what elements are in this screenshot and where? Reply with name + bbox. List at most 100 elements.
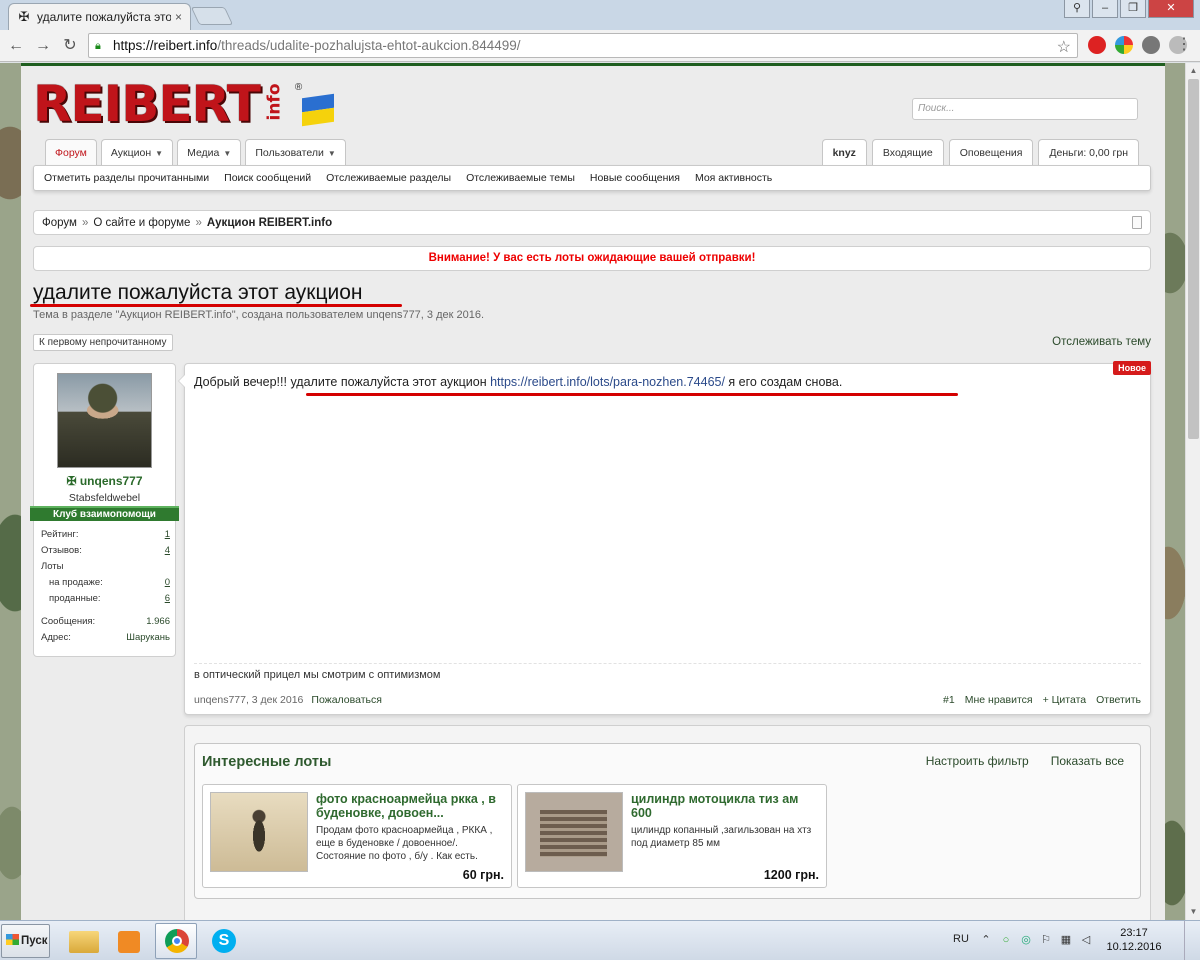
- tab-auction[interactable]: Аукцион ▼: [100, 139, 174, 165]
- reload-icon[interactable]: ↻: [60, 36, 80, 56]
- tab-inbox[interactable]: Входящие: [871, 139, 944, 165]
- filter-link[interactable]: Настроить фильтр: [926, 754, 1029, 768]
- breadcrumb-item[interactable]: О сайте и форуме: [93, 217, 190, 229]
- flag-icon[interactable]: ⚐: [1039, 933, 1053, 947]
- stat-value[interactable]: 1: [165, 529, 170, 545]
- browser-tab[interactable]: ✠ удалите пожалуйста этот ×: [8, 3, 191, 30]
- page-viewport: REIBERT info ® Поиск... Форум Аукцион ▼ М…: [0, 63, 1185, 920]
- tab-money[interactable]: Деньги: 0,00 грн: [1038, 139, 1139, 165]
- skype-icon[interactable]: S: [202, 923, 244, 959]
- reply-button[interactable]: Ответить: [1096, 694, 1141, 706]
- clock[interactable]: 23:17 10.12.2016: [1103, 926, 1165, 954]
- subnav-search-posts[interactable]: Поиск сообщений: [224, 172, 311, 184]
- maximize-button[interactable]: ❐: [1120, 0, 1146, 18]
- subnav-my-activity[interactable]: Моя активность: [695, 172, 772, 184]
- lot-name[interactable]: фото красноармейца ркка , в буденовке, д…: [316, 792, 506, 820]
- lot-card[interactable]: фото красноармейца ркка , в буденовке, д…: [202, 784, 512, 888]
- new-badge: Новое: [1113, 361, 1151, 375]
- post-author-name[interactable]: ✠ unqens777: [34, 474, 175, 488]
- warning-notice[interactable]: Внимание! У вас есть лоты ожидающие ваше…: [33, 246, 1151, 271]
- tab-media[interactable]: Медиа ▼: [177, 139, 242, 165]
- page-scrollbar[interactable]: ▲ ▼: [1185, 63, 1200, 920]
- subnav-watched-forums[interactable]: Отслеживаемые разделы: [326, 172, 451, 184]
- breadcrumb-current[interactable]: Аукцион REIBERT.info: [207, 217, 332, 229]
- show-desktop-button[interactable]: [1184, 921, 1200, 960]
- expand-tray-icon[interactable]: ⌃: [979, 933, 993, 947]
- breadcrumb-item[interactable]: Форум: [42, 217, 77, 229]
- user-info-panel: ✠ unqens777 Stabsfeldwebel Клуб взаимопо…: [30, 363, 179, 657]
- explorer-icon[interactable]: [62, 923, 104, 959]
- quote-button[interactable]: + Цитата: [1043, 694, 1087, 706]
- network-icon[interactable]: ▦: [1059, 933, 1073, 947]
- gray-extension-icon[interactable]: [1142, 36, 1160, 54]
- stat-label: Рейтинг:: [41, 529, 79, 540]
- green-circle-icon[interactable]: ◎: [1019, 933, 1033, 947]
- lot-price: 1200 грн.: [763, 868, 819, 882]
- stat-value[interactable]: 0: [165, 577, 170, 593]
- colorful-extension-icon[interactable]: [1115, 36, 1133, 54]
- first-unread-button[interactable]: К первому непрочитанному: [33, 334, 173, 351]
- tab-forum[interactable]: Форум: [45, 139, 97, 165]
- user-nav: knyz Входящие Оповещения Деньги: 0,00 гр…: [821, 139, 1139, 165]
- stat-value: Шарукань: [126, 632, 170, 643]
- lot-description: Продам фото красноармейца , РККА , еще в…: [316, 825, 493, 862]
- language-indicator[interactable]: RU: [953, 933, 969, 945]
- red-annotation-underline: [30, 304, 402, 307]
- post-number-link[interactable]: #1: [943, 694, 955, 706]
- post-date[interactable]: unqens777, 3 дек 2016: [194, 694, 303, 706]
- menu-icon[interactable]: ⋮: [1176, 37, 1192, 53]
- user-icon[interactable]: ⚲: [1064, 0, 1090, 18]
- lot-card[interactable]: цилиндр мотоцикла тиз ам 600 цилиндр коп…: [517, 784, 827, 888]
- start-label: Пуск: [21, 935, 48, 947]
- like-button[interactable]: Мне нравится: [965, 694, 1033, 706]
- avatar[interactable]: [57, 373, 152, 468]
- user-stats: Рейтинг: 1 Отзывов: 4 Лоты на продаже: 0 пр…: [41, 529, 170, 648]
- close-window-button[interactable]: ✕: [1148, 0, 1194, 18]
- lot-photo[interactable]: [210, 792, 308, 872]
- scroll-thumb[interactable]: [1188, 79, 1199, 439]
- subnav-new-posts[interactable]: Новые сообщения: [590, 172, 680, 184]
- message-link[interactable]: https://reibert.info/lots/para-nozhen.74…: [490, 375, 725, 389]
- message-text: Добрый вечер!!! удалите пожалуйста этот …: [194, 375, 842, 389]
- media-player-icon[interactable]: [108, 923, 150, 959]
- stat-value[interactable]: 6: [165, 593, 170, 609]
- document-icon[interactable]: [1132, 216, 1142, 229]
- sub-nav: Отметить разделы прочитанными Поиск сооб…: [33, 165, 1151, 191]
- scroll-up-icon[interactable]: ▲: [1188, 66, 1199, 76]
- tab-alerts[interactable]: Оповещения: [948, 139, 1034, 165]
- message-greeting: Добрый вечер!!!: [194, 375, 291, 389]
- post-footer: unqens777, 3 дек 2016 Пожаловаться #1 Мне…: [194, 694, 1141, 706]
- tab-close-icon[interactable]: ×: [175, 10, 182, 24]
- subnav-watched-threads[interactable]: Отслеживаемые темы: [466, 172, 575, 184]
- search-input[interactable]: Поиск...: [912, 98, 1138, 120]
- volume-icon[interactable]: ◁: [1079, 933, 1093, 947]
- stat-value[interactable]: 4: [165, 545, 170, 561]
- site-logo[interactable]: REIBERT info ®: [33, 75, 335, 133]
- tab-username[interactable]: knyz: [821, 139, 867, 165]
- stat-row: на продаже: 0: [41, 577, 170, 593]
- forward-arrow-icon[interactable]: →: [33, 36, 53, 56]
- tab-title: удалите пожалуйста этот: [37, 10, 171, 24]
- lot-photo[interactable]: [525, 792, 623, 872]
- report-link[interactable]: Пожаловаться: [311, 694, 382, 706]
- bookmark-star-icon[interactable]: ☆: [1057, 37, 1071, 57]
- subnav-mark-read[interactable]: Отметить разделы прочитанными: [44, 172, 209, 184]
- tab-label: Пользователи: [255, 147, 324, 159]
- green-app-icon[interactable]: ○: [999, 933, 1013, 947]
- opera-extension-icon[interactable]: [1088, 36, 1106, 54]
- lot-name[interactable]: цилиндр мотоцикла тиз ам 600: [631, 792, 821, 820]
- new-tab-button[interactable]: [190, 7, 234, 25]
- back-arrow-icon[interactable]: ←: [6, 36, 26, 56]
- follow-thread-link[interactable]: Отслеживать тему: [1052, 336, 1151, 348]
- logo-text: REIBERT: [33, 75, 261, 133]
- scroll-down-icon[interactable]: ▼: [1188, 907, 1199, 917]
- breadcrumb-separator: »: [195, 216, 202, 229]
- stat-label: на продаже:: [49, 577, 103, 588]
- chrome-icon[interactable]: [155, 923, 197, 959]
- browser-toolbar: ← → ↻ 🔒︎ https://reibert.info/threads/ud…: [0, 30, 1200, 62]
- minimize-button[interactable]: –: [1092, 0, 1118, 18]
- address-bar[interactable]: 🔒︎ https://reibert.info/threads/udalite-…: [88, 33, 1078, 58]
- show-all-link[interactable]: Показать все: [1051, 754, 1124, 768]
- tab-users[interactable]: Пользователи ▼: [245, 139, 346, 165]
- start-button[interactable]: Пуск: [1, 924, 50, 958]
